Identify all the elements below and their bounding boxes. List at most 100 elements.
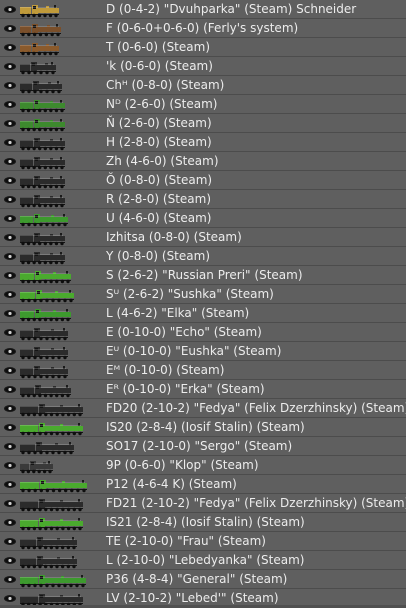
locomotive-sprite [18, 552, 96, 569]
eye-icon[interactable] [4, 25, 16, 32]
engine-row[interactable]: D (0-4-2) "Dvuhparka" (Steam) Schneider [0, 0, 406, 19]
engine-row[interactable]: TE (2-10-0) "Frau" (Steam) [0, 532, 406, 551]
engine-row[interactable]: S (2-6-2) "Russian Preri" (Steam) [0, 266, 406, 285]
eye-icon[interactable] [4, 158, 16, 165]
engine-row[interactable]: FD21 (2-10-2) "Fedya" (Felix Dzerzhinsky… [0, 494, 406, 513]
locomotive-sprite [18, 571, 96, 588]
engine-row[interactable]: 'k (0-6-0) (Steam) [0, 57, 406, 76]
engine-row[interactable]: P36 (4-8-4) "General" (Steam) [0, 570, 406, 589]
locomotive-sprite [18, 153, 96, 170]
engine-name: D (0-4-2) "Dvuhparka" (Steam) Schneider [106, 2, 357, 16]
eye-icon[interactable] [4, 348, 16, 355]
eye-icon[interactable] [4, 82, 16, 89]
locomotive-sprite [18, 172, 96, 189]
locomotive-sprite [18, 400, 96, 417]
eye-icon[interactable] [4, 405, 16, 412]
engine-row[interactable]: 9P (0-6-0) "Klop" (Steam) [0, 456, 406, 475]
engine-row[interactable]: Izhitsa (0-8-0) (Steam) [0, 228, 406, 247]
engine-name: Izhitsa (0-8-0) (Steam) [106, 230, 242, 244]
eye-icon[interactable] [4, 120, 16, 127]
engine-row[interactable]: Sᵁ (2-6-2) "Sushka" (Steam) [0, 285, 406, 304]
engine-row[interactable]: Eᵁ (0-10-0) "Eushka" (Steam) [0, 342, 406, 361]
eye-icon[interactable] [4, 557, 16, 564]
engine-row[interactable]: Zh (4-6-0) (Steam) [0, 152, 406, 171]
engine-row[interactable]: SO17 (2-10-0) "Sergo" (Steam) [0, 437, 406, 456]
eye-icon[interactable] [4, 196, 16, 203]
engine-row[interactable]: IS20 (2-8-4) (Iosif Stalin) (Steam) [0, 418, 406, 437]
eye-icon[interactable] [4, 443, 16, 450]
eye-icon[interactable] [4, 386, 16, 393]
eye-icon[interactable] [4, 329, 16, 336]
engine-list: D (0-4-2) "Dvuhparka" (Steam) Schneider F… [0, 0, 406, 608]
engine-row[interactable]: L (4-6-2) "Elka" (Steam) [0, 304, 406, 323]
engine-row[interactable]: Y (0-8-0) (Steam) [0, 247, 406, 266]
eye-icon[interactable] [4, 63, 16, 70]
engine-name: F (0-6-0+0-6-0) (Ferly's system) [106, 21, 299, 35]
engine-name: IS20 (2-8-4) (Iosif Stalin) (Steam) [106, 420, 305, 434]
engine-name: Zh (4-6-0) (Steam) [106, 154, 219, 168]
engine-row[interactable]: R (2-8-0) (Steam) [0, 190, 406, 209]
engine-row[interactable]: F (0-6-0+0-6-0) (Ferly's system) [0, 19, 406, 38]
eye-icon[interactable] [4, 519, 16, 526]
engine-name: Eᴿ (0-10-0) "Erka" (Steam) [106, 382, 265, 396]
eye-icon[interactable] [4, 215, 16, 222]
eye-icon[interactable] [4, 234, 16, 241]
engine-row[interactable]: IS21 (2-8-4) (Iosif Stalin) (Steam) [0, 513, 406, 532]
engine-name: Ŏ (0-8-0) (Steam) [106, 173, 213, 187]
engine-name: 9P (0-6-0) "Klop" (Steam) [106, 458, 259, 472]
engine-name: Chᴴ (0-8-0) (Steam) [106, 78, 225, 92]
engine-row[interactable]: H (2-8-0) (Steam) [0, 133, 406, 152]
eye-icon[interactable] [4, 272, 16, 279]
eye-icon[interactable] [4, 44, 16, 51]
engine-name: E (0-10-0) "Echo" (Steam) [106, 325, 262, 339]
locomotive-sprite [18, 39, 96, 56]
locomotive-sprite [18, 267, 96, 284]
eye-icon[interactable] [4, 424, 16, 431]
engine-row[interactable]: U (4-6-0) (Steam) [0, 209, 406, 228]
locomotive-sprite [18, 77, 96, 94]
engine-row[interactable]: L (2-10-0) "Lebedyanka" (Steam) [0, 551, 406, 570]
engine-row[interactable]: Ŏ (0-8-0) (Steam) [0, 171, 406, 190]
locomotive-sprite [18, 286, 96, 303]
eye-icon[interactable] [4, 139, 16, 146]
engine-name: S (2-6-2) "Russian Preri" (Steam) [106, 268, 303, 282]
eye-icon[interactable] [4, 576, 16, 583]
eye-icon[interactable] [4, 291, 16, 298]
engine-row[interactable]: Nᴰ (2-6-0) (Steam) [0, 95, 406, 114]
locomotive-sprite [18, 96, 96, 113]
locomotive-sprite [18, 457, 96, 474]
locomotive-sprite [18, 324, 96, 341]
engine-row[interactable]: P12 (4-6-4 K) (Steam) [0, 475, 406, 494]
eye-icon[interactable] [4, 310, 16, 317]
eye-icon[interactable] [4, 481, 16, 488]
engine-row[interactable]: Eᴹ (0-10-0) (Steam) [0, 361, 406, 380]
eye-icon[interactable] [4, 101, 16, 108]
engine-name: H (2-8-0) (Steam) [106, 135, 212, 149]
locomotive-sprite [18, 533, 96, 550]
locomotive-sprite [18, 362, 96, 379]
eye-icon[interactable] [4, 500, 16, 507]
eye-icon[interactable] [4, 462, 16, 469]
locomotive-sprite [18, 305, 96, 322]
eye-icon[interactable] [4, 595, 16, 602]
engine-row[interactable]: Chᴴ (0-8-0) (Steam) [0, 76, 406, 95]
engine-name: T (0-6-0) (Steam) [106, 40, 210, 54]
engine-row[interactable]: FD20 (2-10-2) "Fedya" (Felix Dzerzhinsky… [0, 399, 406, 418]
engine-row[interactable]: Ň (2-6-0) (Steam) [0, 114, 406, 133]
engine-name: FD20 (2-10-2) "Fedya" (Felix Dzerzhinsky… [106, 401, 406, 415]
locomotive-sprite [18, 115, 96, 132]
eye-icon[interactable] [4, 367, 16, 374]
engine-row[interactable]: Eᴿ (0-10-0) "Erka" (Steam) [0, 380, 406, 399]
eye-icon[interactable] [4, 6, 16, 13]
eye-icon[interactable] [4, 538, 16, 545]
locomotive-sprite [18, 248, 96, 265]
locomotive-sprite [18, 134, 96, 151]
eye-icon[interactable] [4, 253, 16, 260]
engine-row[interactable]: T (0-6-0) (Steam) [0, 38, 406, 57]
engine-name: P12 (4-6-4 K) (Steam) [106, 477, 237, 491]
locomotive-sprite [18, 20, 96, 37]
locomotive-sprite [18, 343, 96, 360]
eye-icon[interactable] [4, 177, 16, 184]
engine-row[interactable]: E (0-10-0) "Echo" (Steam) [0, 323, 406, 342]
locomotive-sprite [18, 210, 96, 227]
